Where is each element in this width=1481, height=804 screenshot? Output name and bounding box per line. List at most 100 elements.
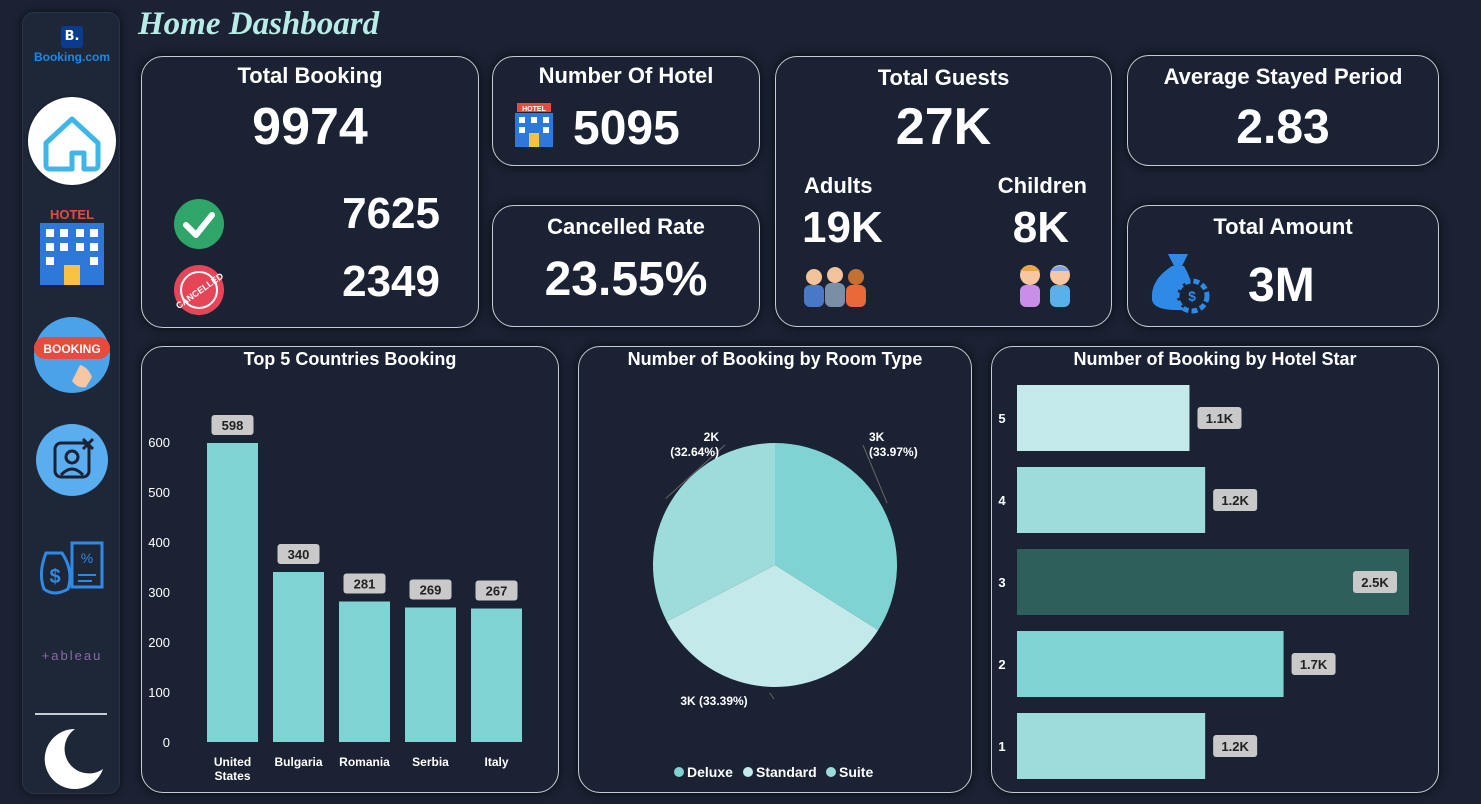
pie-data-pct: (32.64%) [670, 445, 719, 459]
nav-tableau[interactable]: +ableau [23, 643, 121, 667]
hotel-building-icon-text: HOTEL [522, 106, 546, 113]
svg-text:%: % [81, 550, 93, 566]
bar [1017, 467, 1206, 533]
bar [207, 443, 258, 742]
sidebar-divider [35, 713, 107, 715]
bar [273, 572, 324, 742]
total-amount-title: Total Amount [1213, 214, 1353, 239]
x-tick-label: Bulgaria [274, 755, 322, 769]
legend-label: Deluxe [687, 764, 733, 780]
pie-data-label: 2K [704, 430, 720, 444]
hotel-icon[interactable]: HOTEL [30, 207, 114, 289]
nav-cancellations[interactable] [23, 423, 121, 497]
legend-label: Standard [756, 764, 817, 780]
legend-marker [743, 767, 753, 777]
countries-bar-chart: 0 100 200 300 400 500 600 598 UnitedStates 340 Bul… [148, 415, 522, 783]
moon-icon[interactable] [37, 725, 107, 791]
total-guests-value: 27K [895, 98, 992, 156]
nav-booking[interactable]: BOOKING [23, 315, 121, 395]
brand-letter: B. [61, 26, 83, 48]
svg-text:$: $ [1188, 288, 1196, 304]
nav-hotels[interactable]: HOTEL [23, 207, 121, 289]
y-tick-label: 600 [148, 435, 170, 450]
y-tick-label: 5 [998, 411, 1005, 426]
card-total-guests: Total Guests 27K Adults 19K Children 8K [775, 56, 1112, 327]
children-value: 8K [1012, 203, 1069, 252]
pie-data-label: 3K [869, 430, 885, 444]
nav-revenue[interactable]: $ % [23, 533, 121, 599]
booking-icon[interactable]: BOOKING [32, 315, 112, 395]
total-booking-value: 9974 [252, 98, 368, 156]
pie-data-pct: (33.97%) [869, 445, 918, 459]
cancelled-icon: CANCELLED [174, 265, 226, 315]
avg-stay-title: Average Stayed Period [1163, 64, 1403, 89]
cancelled-rate-title: Cancelled Rate [547, 214, 705, 239]
bar [1017, 549, 1409, 615]
y-tick-label: 2 [998, 657, 1005, 672]
legend-marker [674, 767, 684, 777]
children-icon [1020, 265, 1070, 307]
pie-data-label: 3K (33.39%) [680, 694, 747, 708]
tableau-logo-text: +ableau [42, 648, 103, 663]
hotel-building-icon: HOTEL [515, 103, 553, 147]
card-total-booking: Total Booking 9974 7625 CANCELLED 2349 [141, 56, 479, 328]
y-tick-label: 0 [163, 735, 170, 750]
y-tick-label: 100 [148, 685, 170, 700]
booking-logo[interactable]: B. Booking.com [29, 25, 115, 64]
data-label: 281 [354, 577, 376, 592]
hotel-star-bar-chart: 5 1.1K 4 1.2K 3 2.5K 2 1.7K 1 1.2K [998, 385, 1409, 779]
nav-home[interactable] [23, 95, 121, 187]
brand-name: Booking.com [33, 50, 110, 64]
theme-toggle[interactable] [23, 725, 121, 791]
data-label: 267 [486, 584, 508, 599]
data-label: 1.2K [1221, 739, 1249, 754]
legend-label: Suite [839, 764, 873, 780]
pie-leader-line [769, 692, 775, 700]
bar [339, 601, 390, 742]
page-title: Home Dashboard [138, 6, 380, 42]
card-hotel-star: Number of Booking by Hotel Star 5 1.1K 4 1.… [991, 346, 1439, 793]
x-tick-label: United [214, 755, 251, 769]
y-tick-label: 1 [998, 739, 1005, 754]
card-average-stayed-period: Average Stayed Period 2.83 [1127, 55, 1439, 166]
check-icon [174, 199, 224, 249]
x-tick-label: Romania [339, 755, 390, 769]
data-label: 598 [222, 418, 244, 433]
card-total-amount: Total Amount $ 3M [1127, 205, 1439, 327]
bar [1017, 385, 1190, 451]
data-label: 1.7K [1300, 657, 1328, 672]
y-tick-label: 500 [148, 485, 170, 500]
tableau-logo[interactable]: +ableau [26, 643, 118, 667]
adults-value: 19K [802, 203, 883, 252]
number-of-hotel-value: 5095 [573, 102, 680, 155]
x-tick-label: Serbia [412, 755, 449, 769]
bar [1017, 713, 1206, 779]
x-tick-label: Italy [484, 755, 508, 769]
adults-icon [804, 267, 866, 307]
adults-label: Adults [804, 173, 873, 198]
booking-icon-text: BOOKING [43, 342, 100, 356]
card-room-type: Number of Booking by Room Type 3K (33.97%… [578, 346, 972, 793]
total-amount-value: 3M [1248, 259, 1315, 312]
card-cancelled-rate: Cancelled Rate 23.55% [492, 205, 760, 327]
y-tick-label: 3 [998, 575, 1005, 590]
data-label: 1.2K [1221, 493, 1249, 508]
money-icon[interactable]: $ % [34, 533, 110, 599]
data-label: 2.5K [1361, 575, 1389, 590]
bar [405, 607, 456, 742]
hotel-icon-text: HOTEL [50, 207, 94, 222]
total-guests-title: Total Guests [877, 65, 1010, 90]
home-icon[interactable] [26, 95, 118, 187]
cancel-user-icon[interactable] [35, 423, 109, 497]
card-number-of-hotel: Number Of Hotel HOTEL 5095 [492, 56, 760, 166]
x-tick-label: States [214, 769, 250, 783]
data-label: 340 [288, 547, 310, 562]
cancelled-bookings-value: 2349 [342, 257, 440, 306]
number-of-hotel-title: Number Of Hotel [538, 63, 714, 88]
y-tick-label: 4 [998, 493, 1006, 508]
cancelled-rate-value: 23.55% [544, 253, 708, 306]
bar [471, 608, 522, 742]
bar [1017, 631, 1284, 697]
y-tick-label: 300 [148, 585, 170, 600]
legend-marker [826, 767, 836, 777]
